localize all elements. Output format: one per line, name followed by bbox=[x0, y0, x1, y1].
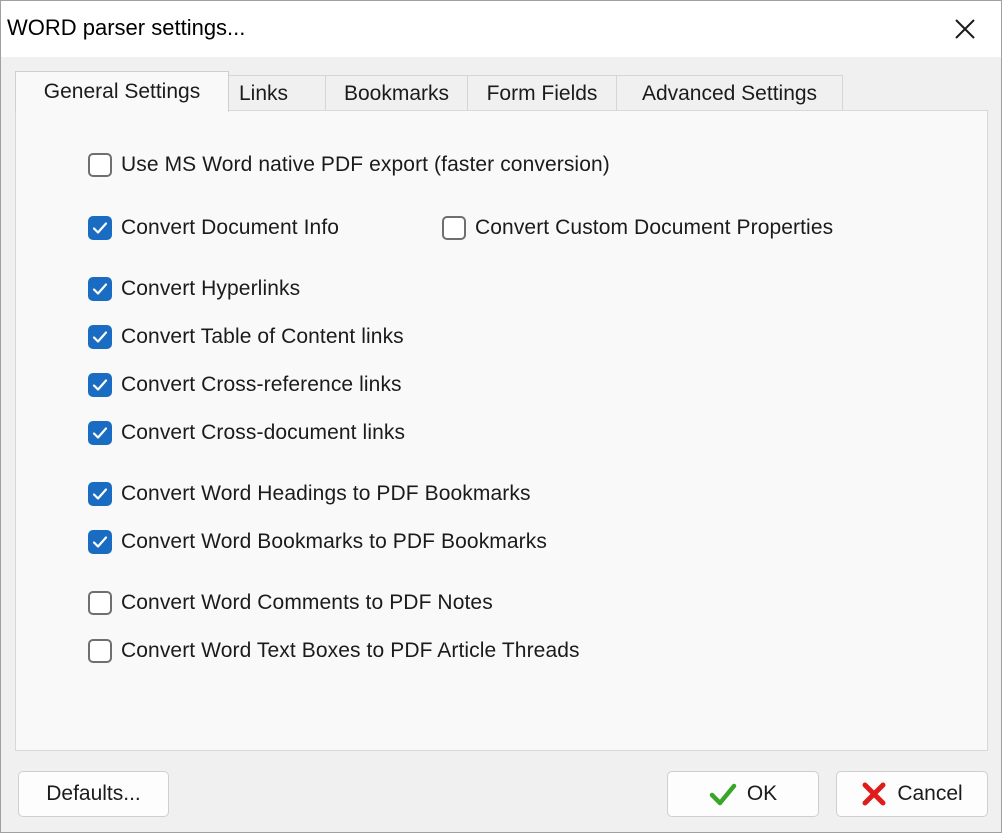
tab-advanced-settings[interactable]: Advanced Settings bbox=[616, 75, 843, 111]
option-doc-info[interactable]: Convert Document Info bbox=[88, 213, 339, 243]
option-crossdoc-links[interactable]: Convert Cross-document links bbox=[88, 418, 405, 448]
option-word-bookmarks[interactable]: Convert Word Bookmarks to PDF Bookmarks bbox=[88, 527, 547, 557]
crossref-links-checkbox[interactable] bbox=[88, 373, 112, 397]
option-comments-notes[interactable]: Convert Word Comments to PDF Notes bbox=[88, 588, 493, 618]
word-bookmarks-checkbox[interactable] bbox=[88, 530, 112, 554]
option-native-export[interactable]: Use MS Word native PDF export (faster co… bbox=[88, 150, 610, 180]
doc-info-checkbox[interactable] bbox=[88, 216, 112, 240]
dialog-window: WORD parser settings... General Settings… bbox=[0, 0, 1002, 833]
tab-bookmarks[interactable]: Bookmarks bbox=[325, 75, 468, 111]
option-headings-bookmarks[interactable]: Convert Word Headings to PDF Bookmarks bbox=[88, 479, 531, 509]
option-toc-links[interactable]: Convert Table of Content links bbox=[88, 322, 404, 352]
ok-button[interactable]: OK bbox=[667, 771, 819, 817]
option-crossref-links[interactable]: Convert Cross-reference links bbox=[88, 370, 402, 400]
hyperlinks-checkbox[interactable] bbox=[88, 277, 112, 301]
defaults-button[interactable]: Defaults... bbox=[18, 771, 169, 817]
check-icon bbox=[92, 283, 108, 295]
native-export-checkbox[interactable] bbox=[88, 153, 112, 177]
option-custom-props[interactable]: Convert Custom Document Properties bbox=[442, 213, 833, 243]
checkmark-icon bbox=[709, 782, 737, 806]
window-title: WORD parser settings... bbox=[7, 15, 246, 40]
check-icon bbox=[92, 427, 108, 439]
check-icon bbox=[92, 222, 108, 234]
check-icon bbox=[92, 536, 108, 548]
check-icon bbox=[92, 331, 108, 343]
comments-notes-checkbox[interactable] bbox=[88, 591, 112, 615]
option-hyperlinks[interactable]: Convert Hyperlinks bbox=[88, 274, 300, 304]
custom-props-checkbox[interactable] bbox=[442, 216, 466, 240]
crossdoc-links-checkbox[interactable] bbox=[88, 421, 112, 445]
check-icon bbox=[92, 379, 108, 391]
tab-general-settings[interactable]: General Settings bbox=[15, 71, 229, 112]
general-settings-panel: Use MS Word native PDF export (faster co… bbox=[15, 110, 988, 751]
check-icon bbox=[92, 488, 108, 500]
cancel-button[interactable]: Cancel bbox=[836, 771, 988, 817]
close-button[interactable] bbox=[945, 11, 985, 47]
red-x-icon bbox=[861, 781, 887, 807]
headings-bookmarks-checkbox[interactable] bbox=[88, 482, 112, 506]
textboxes-threads-checkbox[interactable] bbox=[88, 639, 112, 663]
toc-links-checkbox[interactable] bbox=[88, 325, 112, 349]
close-icon bbox=[955, 19, 975, 39]
tab-form-fields[interactable]: Form Fields bbox=[467, 75, 617, 111]
title-bar: WORD parser settings... bbox=[1, 1, 1001, 57]
tab-links[interactable]: Links bbox=[228, 75, 326, 111]
option-textboxes-threads[interactable]: Convert Word Text Boxes to PDF Article T… bbox=[88, 636, 580, 666]
